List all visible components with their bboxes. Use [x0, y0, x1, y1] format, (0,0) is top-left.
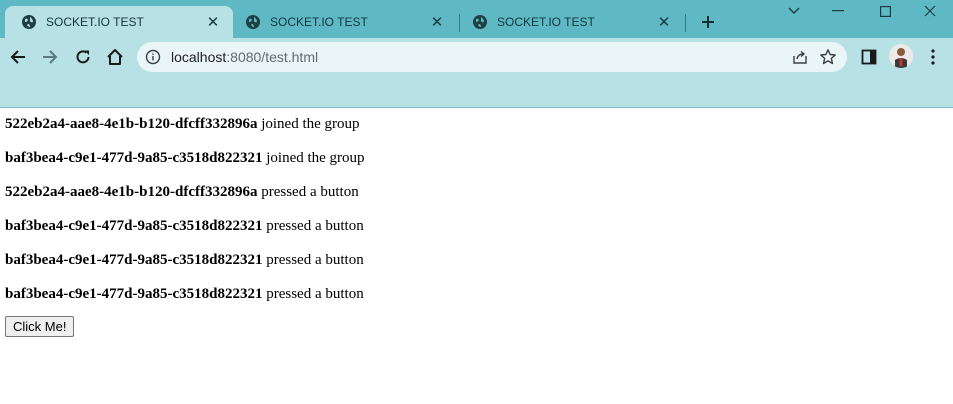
globe-icon: [22, 15, 36, 29]
chevron-down-icon: [788, 7, 800, 14]
share-icon[interactable]: [791, 48, 809, 66]
new-tab-button[interactable]: [697, 11, 719, 33]
close-tab-icon[interactable]: ✕: [429, 14, 445, 31]
close-tab-icon[interactable]: ✕: [205, 14, 221, 31]
user-id: baf3bea4-c9e1-477d-9a85-c3518d822321: [5, 252, 263, 268]
maximize-icon: [879, 5, 891, 17]
side-panel-button[interactable]: [854, 42, 884, 72]
url-text[interactable]: localhost:8080/test.html: [171, 49, 318, 65]
tab-3[interactable]: SOCKET.IO TEST ✕: [456, 6, 684, 38]
user-id: 522eb2a4-aae8-4e1b-b120-dfcff332896a: [5, 184, 258, 200]
message-row: baf3bea4-c9e1-477d-9a85-c3518d822321 pre…: [5, 251, 948, 270]
tab-strip: SOCKET.IO TEST ✕ SOCKET.IO TEST ✕ SOCKET…: [0, 0, 953, 38]
url-host: localhost: [171, 49, 227, 65]
menu-button[interactable]: [918, 42, 948, 72]
reload-icon: [76, 50, 90, 64]
tab-1[interactable]: SOCKET.IO TEST ✕: [5, 6, 233, 38]
message-action: joined the group: [261, 116, 360, 132]
arrow-left-icon: [10, 50, 25, 64]
user-id: 522eb2a4-aae8-4e1b-b120-dfcff332896a: [5, 116, 258, 132]
message-action: pressed a button: [266, 286, 364, 302]
user-id: baf3bea4-c9e1-477d-9a85-c3518d822321: [5, 218, 263, 234]
forward-button[interactable]: [35, 42, 65, 72]
message-action: joined the group: [266, 150, 365, 166]
tab-title: SOCKET.IO TEST: [46, 15, 144, 29]
message-action: pressed a button: [261, 184, 359, 200]
arrow-right-icon: [43, 50, 58, 64]
back-button[interactable]: [3, 42, 33, 72]
message-row: baf3bea4-c9e1-477d-9a85-c3518d822321 pre…: [5, 217, 948, 236]
close-tab-icon[interactable]: ✕: [656, 14, 672, 31]
globe-icon: [473, 15, 487, 29]
tab-2[interactable]: SOCKET.IO TEST ✕: [229, 6, 457, 38]
minimize-icon: [832, 10, 844, 12]
tab-title: SOCKET.IO TEST: [497, 15, 595, 29]
message-row: 522eb2a4-aae8-4e1b-b120-dfcff332896a joi…: [5, 115, 948, 134]
tab-title: SOCKET.IO TEST: [270, 15, 368, 29]
avatar[interactable]: [889, 44, 913, 68]
home-button[interactable]: [100, 42, 130, 72]
url-path: :8080/test.html: [226, 49, 319, 65]
reload-button[interactable]: [68, 42, 98, 72]
message-action: pressed a button: [266, 252, 364, 268]
close-icon: [924, 5, 936, 17]
side-panel-icon: [861, 49, 877, 65]
profile-icon: [889, 44, 913, 68]
user-id: baf3bea4-c9e1-477d-9a85-c3518d822321: [5, 286, 263, 302]
page-content: 522eb2a4-aae8-4e1b-b120-dfcff332896a joi…: [0, 108, 953, 337]
message-row: 522eb2a4-aae8-4e1b-b120-dfcff332896a pre…: [5, 183, 948, 202]
tab-separator: [685, 14, 686, 32]
message-row: baf3bea4-c9e1-477d-9a85-c3518d822321 joi…: [5, 149, 948, 168]
message-action: pressed a button: [266, 218, 364, 234]
kebab-menu-icon: [931, 49, 935, 65]
message-row: baf3bea4-c9e1-477d-9a85-c3518d822321 pre…: [5, 285, 948, 304]
home-icon: [107, 49, 123, 65]
close-window-button[interactable]: [907, 0, 953, 22]
plus-icon: [702, 16, 714, 28]
star-icon[interactable]: [819, 48, 837, 66]
minimize-button[interactable]: [815, 0, 861, 22]
user-id: baf3bea4-c9e1-477d-9a85-c3518d822321: [5, 150, 263, 166]
tab-search-button[interactable]: [771, 0, 817, 22]
toolbar: localhost:8080/test.html: [0, 38, 953, 76]
maximize-button[interactable]: [862, 0, 908, 22]
click-me-button[interactable]: Click Me!: [5, 316, 75, 337]
address-bar[interactable]: localhost:8080/test.html: [137, 42, 847, 72]
globe-icon: [246, 15, 260, 29]
bookmarks-bar: [0, 76, 953, 108]
info-icon[interactable]: [145, 49, 161, 65]
